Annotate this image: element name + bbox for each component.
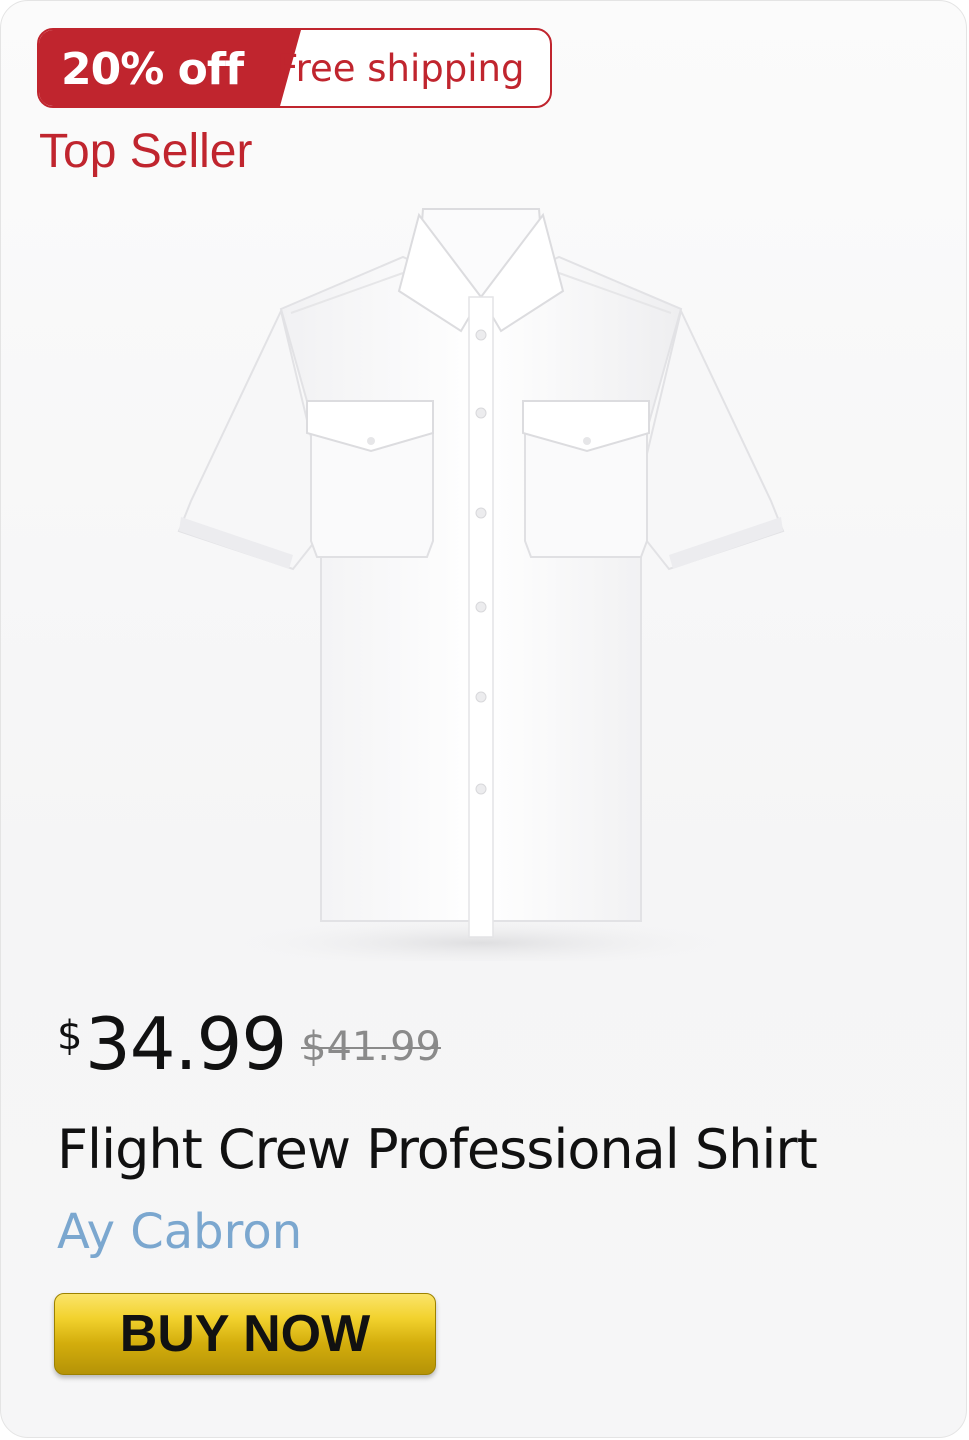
free-shipping-label: Free shipping [277,47,525,90]
original-price: $41.99 [301,1024,441,1070]
sale-price: 34.99 [85,1002,287,1086]
product-title[interactable]: Flight Crew Professional Shirt [57,1116,818,1184]
top-seller-label: Top Seller [39,125,253,178]
shirt-icon [177,208,785,969]
brand-link[interactable]: Ay Cabron [57,1201,302,1263]
promo-badge: 20% off Free shipping [37,28,552,108]
buy-now-label: BUY NOW [119,1305,371,1363]
buy-now-button[interactable]: BUY NOW [54,1293,436,1375]
product-card: 20% off Free shipping Top Seller $ 34.99… [0,0,967,1438]
product-image[interactable] [171,201,791,969]
currency-symbol: $ [57,1013,83,1059]
discount-label: 20% off [61,44,244,95]
